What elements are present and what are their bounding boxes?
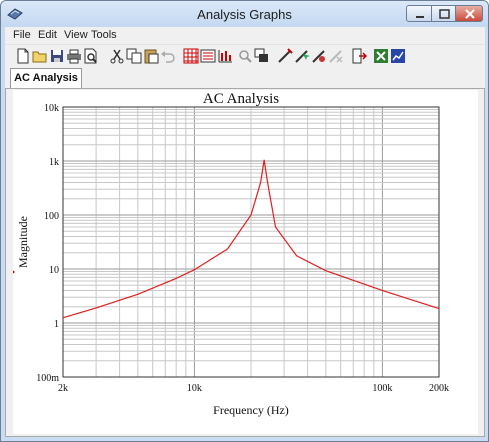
trace-select-icon[interactable] (294, 48, 310, 64)
x-tick-label: 10k (187, 383, 202, 394)
x-axis-label: Frequency (Hz) (213, 403, 289, 417)
y-tick-label: 1k (49, 157, 59, 168)
menu-file[interactable]: File (13, 29, 31, 41)
close-button[interactable] (455, 5, 483, 22)
save-icon[interactable] (49, 48, 65, 64)
copy-icon[interactable] (126, 48, 142, 64)
cursors-icon[interactable] (217, 48, 233, 64)
cursor-marker-icon (13, 270, 15, 274)
export-icon[interactable] (351, 48, 367, 64)
trace-color-icon[interactable] (311, 48, 327, 64)
menu-tools[interactable]: Tools (91, 29, 117, 41)
menu-edit[interactable]: Edit (38, 29, 57, 41)
y-tick-label: 100m (36, 373, 59, 384)
x-tick-label: 200k (429, 383, 449, 394)
legend-icon[interactable] (200, 48, 216, 64)
tab-strip: AC Analysis (5, 68, 485, 88)
menu-view[interactable]: View (64, 29, 88, 41)
print-preview-icon[interactable] (83, 48, 99, 64)
chart-title: AC Analysis (203, 91, 279, 107)
minimize-button[interactable] (406, 5, 432, 22)
maximize-button[interactable] (431, 5, 456, 22)
ac-analysis-chart[interactable]: 2k 10k 100k 200k 100m 1 10 100 1k 10k AC Analysis F… (13, 90, 478, 434)
paste-icon[interactable] (143, 48, 159, 64)
new-icon[interactable] (15, 48, 31, 64)
export-excel-icon[interactable] (373, 48, 389, 64)
toolbar (5, 44, 485, 69)
grid-icon[interactable] (183, 48, 199, 64)
analysis-graphs-window: Analysis Graphs File Edit View Tools AC … (0, 0, 489, 442)
x-tick-label: 100k (372, 383, 392, 394)
overlay-icon[interactable] (254, 48, 270, 64)
menu-bar: File Edit View Tools (5, 27, 485, 44)
cut-icon[interactable] (109, 48, 125, 64)
x-tick-label: 2k (58, 383, 68, 394)
title-bar[interactable]: Analysis Graphs (1, 1, 488, 27)
open-icon[interactable] (32, 48, 48, 64)
zoom-icon[interactable] (237, 48, 253, 64)
plot-area[interactable]: 2k 10k 100k 200k 100m 1 10 100 1k 10k AC Analysis F… (13, 90, 478, 434)
y-axis-label: Magnitude (16, 216, 30, 268)
tab-ac-analysis[interactable]: AC Analysis (10, 68, 82, 88)
trace-delete-icon[interactable] (328, 48, 344, 64)
export-plot-icon[interactable] (390, 48, 406, 64)
y-tick-label: 100 (44, 211, 59, 222)
y-tick-label: 10 (49, 265, 59, 276)
trace-icon[interactable] (277, 48, 293, 64)
maximize-icon (439, 9, 450, 19)
close-icon (465, 9, 475, 19)
undo-icon[interactable] (160, 48, 176, 64)
print-icon[interactable] (66, 48, 82, 64)
y-tick-label: 10k (44, 103, 59, 114)
minimize-icon (416, 16, 424, 18)
y-tick-label: 1 (54, 319, 59, 330)
